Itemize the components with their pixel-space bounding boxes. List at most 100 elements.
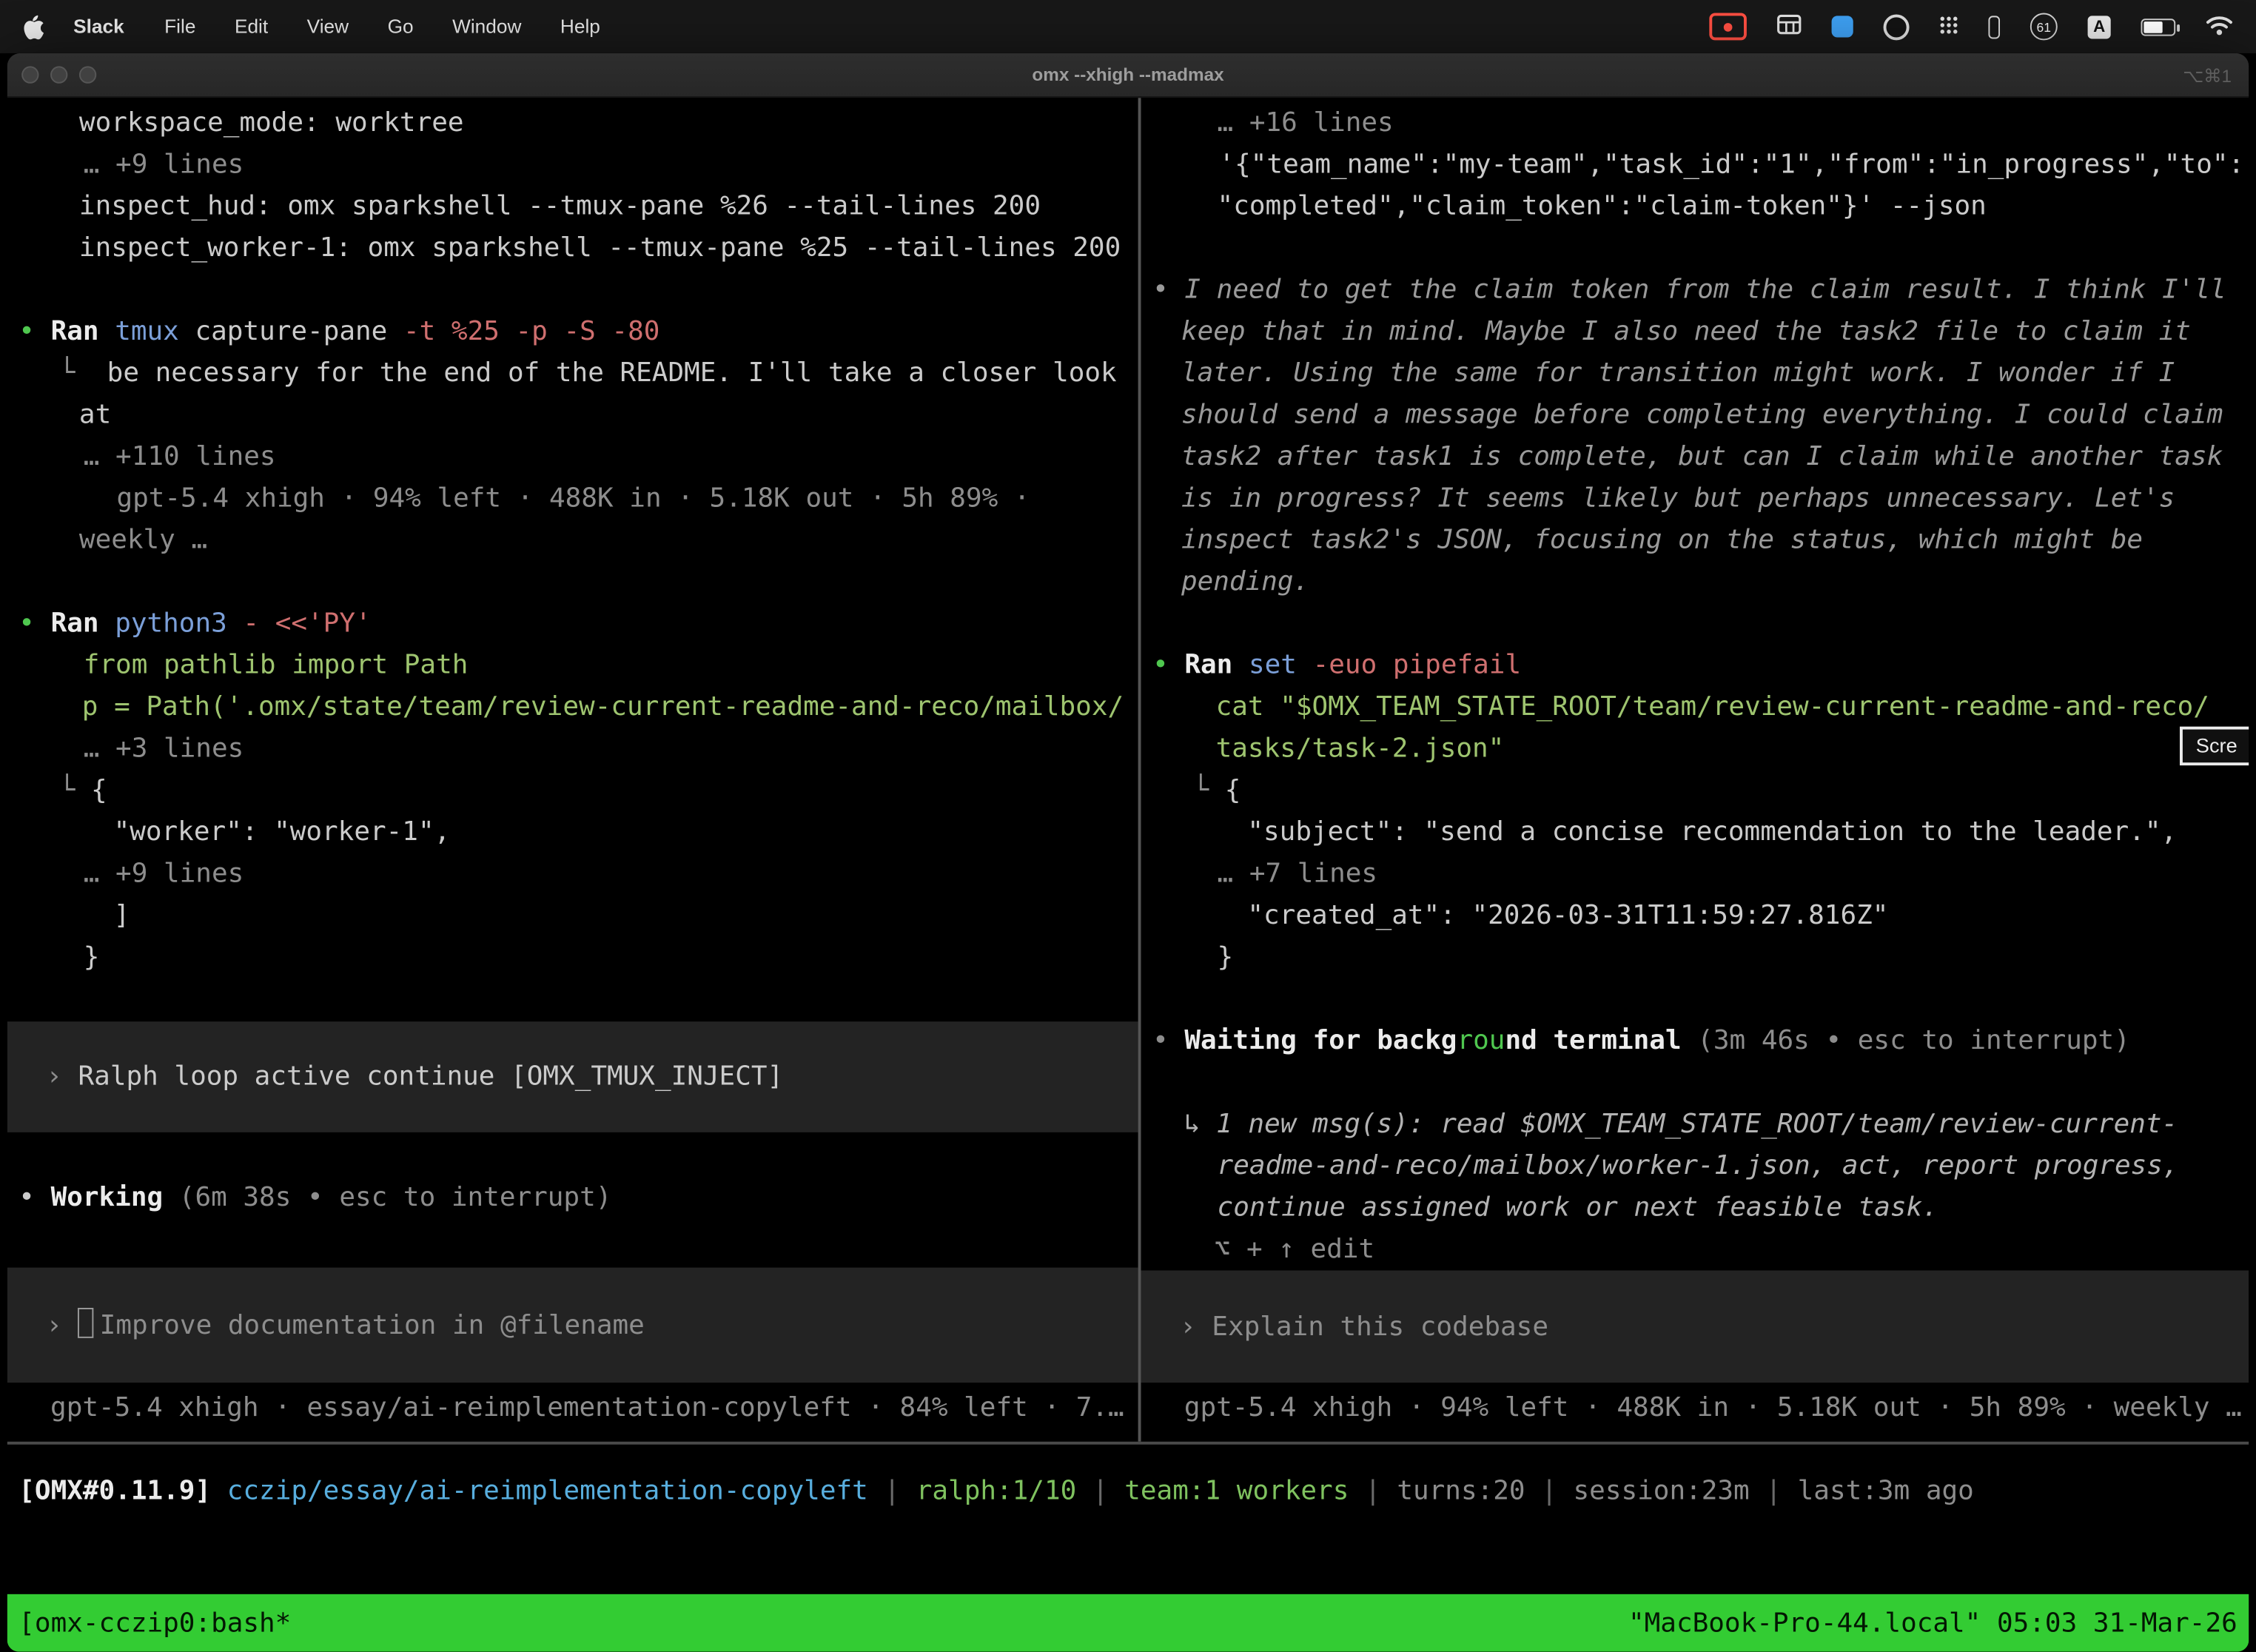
text-segment: Waiting for backg (1184, 1026, 1457, 1056)
text-segment: inspect_worker-1: omx sparkshell --tmux-… (79, 233, 1121, 263)
terminal-line: tasks/task-2.json" (1141, 728, 2249, 770)
terminal-line: … +3 lines (7, 728, 1138, 770)
terminal-line: workspace_mode: worktree (7, 102, 1138, 144)
text-segment: inspect task2's JSON, focusing on the st… (1181, 526, 2143, 556)
terminal-line: ↳ 1 new msg(s): read $OMX_TEAM_STATE_ROO… (1141, 1104, 2249, 1145)
terminal: workspace_mode: worktree … +9 lines inspec… (7, 98, 2249, 1651)
text-segment: ralph:1/10 (916, 1476, 1092, 1506)
apple-menu-icon[interactable] (23, 13, 44, 39)
text-segment: '{"team_name":"my-team","task_id":"1","f… (1218, 150, 2244, 180)
text-segment: › (1180, 1306, 1212, 1347)
battery-icon[interactable] (2141, 18, 2176, 35)
terminal-line: pending. (1141, 561, 2249, 602)
text-segment: Improve documentation in @filename (100, 1304, 645, 1346)
grid-icon[interactable] (1777, 14, 1802, 38)
empty-space (7, 1512, 2249, 1594)
terminal-line: is in progress? It seems likely but perh… (1141, 477, 2249, 519)
text-segment: … +7 lines (1218, 859, 1378, 890)
text-segment: { (1225, 776, 1241, 806)
menu-view[interactable]: View (307, 16, 349, 37)
slim-app-icon[interactable] (1988, 15, 2000, 38)
text-segment: { (91, 776, 107, 806)
terminal-line: task2 after task1 is complete, but can I… (1141, 436, 2249, 477)
composer-band[interactable]: › Ralph loop active continue [OMX_TMUX_I… (7, 1021, 1138, 1132)
text-segment: … +9 lines (84, 859, 244, 890)
terminal-line: readme-and-reco/mailbox/worker-1.json, a… (1141, 1145, 2249, 1186)
text-segment: • (1152, 651, 1184, 681)
text-segment: … +9 lines (84, 150, 244, 180)
spacer (7, 978, 1138, 1021)
terminal-line: … +7 lines (1141, 853, 2249, 895)
text-segment: └ (1192, 776, 1224, 806)
text-segment: gpt-5.4 xhigh · 94% left · 488K in · 5.1… (116, 483, 1030, 514)
composer-band[interactable]: › Explain this codebase (1141, 1270, 2249, 1383)
text-segment: weekly … (79, 526, 207, 556)
titlebar[interactable]: omx --xhigh --madmax ⌥⌘1 (7, 53, 2249, 98)
screen-recording-indicator-icon[interactable] (1709, 13, 1747, 40)
menu-help[interactable]: Help (560, 16, 600, 37)
terminal-window: omx --xhigh --madmax ⌥⌘1 workspace_mode:… (7, 53, 2249, 1652)
menu-edit[interactable]: Edit (235, 16, 268, 37)
menu-window[interactable]: Window (452, 16, 521, 37)
terminal-line: inspect task2's JSON, focusing on the st… (1141, 520, 2249, 561)
text-segment: ] (114, 901, 130, 931)
text-segment: readme-and-reco/mailbox/worker-1.json, a… (1218, 1151, 2179, 1181)
blue-app-icon[interactable] (1832, 16, 1853, 37)
spacer (7, 1218, 1138, 1267)
terminal-line: └ { (7, 770, 1138, 811)
menubar: Slack File Edit View Go Window Help 61 A (0, 0, 2256, 53)
text-segment: continue assigned work or next feasible … (1218, 1192, 1938, 1223)
blank-line (7, 269, 1138, 311)
text-segment: └ (59, 776, 91, 806)
text-segment: } (84, 942, 100, 973)
blank-line (1141, 227, 2249, 269)
composer-band[interactable]: › Improve documentation in @filename (7, 1268, 1138, 1383)
text-segment: ⌥ + ↑ edit (1215, 1235, 1375, 1265)
circle-icon[interactable] (1884, 13, 1910, 39)
text-segment: later. Using the same for transition mig… (1181, 358, 2175, 389)
text-segment: | (1765, 1476, 1797, 1506)
terminal-line: … +9 lines (7, 144, 1138, 185)
battery-percentage-badge[interactable]: 61 (2030, 13, 2058, 40)
window-title: omx --xhigh --madmax (7, 64, 2249, 84)
text-segment: … +110 lines (84, 442, 276, 472)
text-segment: -euo pipefail (1313, 651, 1521, 681)
text-segment: turns:20 (1397, 1476, 1541, 1506)
terminal-line: p = Path('.omx/state/team/review-current… (7, 686, 1138, 728)
left-pane[interactable]: workspace_mode: worktree … +9 lines inspec… (7, 98, 1138, 1442)
text-segment: cczip/essay/ai-reimplementation-copyleft (227, 1476, 884, 1506)
text-segment: nd terminal (1505, 1026, 1697, 1056)
terminal-line: inspect_hud: omx sparkshell --tmux-pane … (7, 186, 1138, 227)
text-segment: keep that in mind. Maybe I also need the… (1181, 317, 2191, 347)
text-segment: Ran (1184, 651, 1249, 681)
text-segment: • (19, 317, 50, 347)
wifi-icon[interactable] (2206, 13, 2233, 39)
text-segment: - <<'PY' (243, 608, 371, 639)
text-segment: at (79, 400, 111, 430)
text-segment: -t %25 -p -S -80 (403, 317, 659, 347)
dots-grid-icon[interactable] (1939, 15, 1958, 38)
keyboard-layout-icon[interactable]: A (2088, 15, 2111, 38)
text-segment: ↳ 1 new msg(s): read $OMX_TEAM_STATE_ROO… (1184, 1109, 2178, 1140)
text-segment: Ran (51, 317, 115, 347)
menu-go[interactable]: Go (388, 16, 414, 37)
text-segment: | (1541, 1476, 1573, 1506)
text-segment: "worker": "worker-1", (114, 817, 451, 847)
omx-status-line: [OMX#0.11.9] cczip/essay/ai-reimplementa… (7, 1471, 2249, 1512)
text-segment: | (884, 1476, 916, 1506)
text-segment: | (1365, 1476, 1397, 1506)
text-segment: Explain this codebase (1212, 1306, 1548, 1347)
text-segment: gpt-5.4 xhigh · 94% left · 488K in · 5.1… (1184, 1393, 2242, 1423)
right-pane[interactable]: … +16 lines '{"team_name":"my-team","task… (1141, 98, 2249, 1442)
text-segment: session:23m (1574, 1476, 1766, 1506)
text-segment: p = Path('.omx/state/team/review-current… (82, 692, 1124, 722)
text-segment: last:3m ago (1798, 1476, 1974, 1506)
text-segment: gpt-5.4 xhigh · essay/ai-reimplementatio… (50, 1393, 1124, 1423)
menu-file[interactable]: File (164, 16, 195, 37)
terminal-line: gpt-5.4 xhigh · 94% left · 488K in · 5.1… (7, 477, 1138, 519)
active-app-name[interactable]: Slack (73, 16, 124, 37)
terminal-line: • I need to get the claim token from the… (1141, 269, 2249, 311)
terminal-line: … +16 lines (1141, 102, 2249, 144)
blank-line (7, 561, 1138, 602)
text-segment: task2 after task1 is complete, but can I… (1181, 442, 2223, 472)
